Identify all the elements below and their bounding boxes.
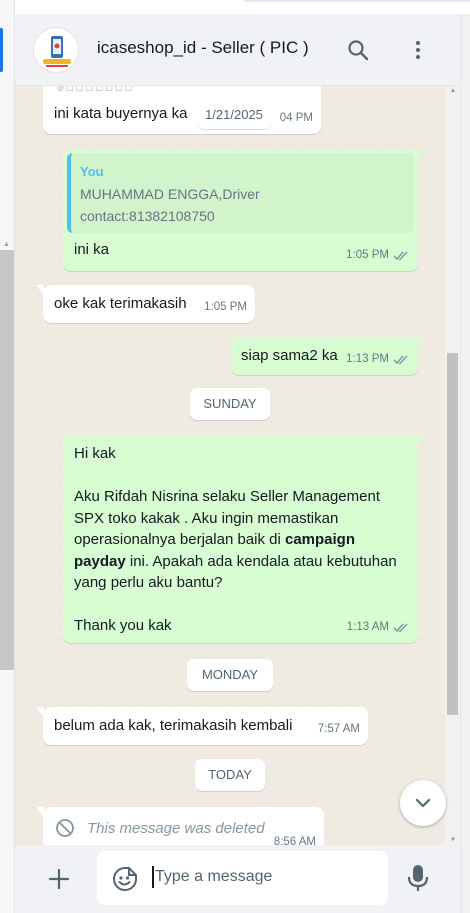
date-separator: MONDAY — [187, 659, 273, 691]
message-body: Aku Rifdah Nisrina selaku Seller Managem… — [74, 488, 397, 591]
browser-left-panel: ▲ — [0, 0, 15, 913]
read-tick-icon — [393, 355, 408, 365]
message-deleted[interactable]: This message was deleted 8:56 AM — [36, 807, 324, 846]
search-icon[interactable] — [344, 36, 372, 64]
deleted-icon — [56, 819, 74, 837]
quote-line: MUHAMMAD ENGGA,Driver — [80, 186, 260, 202]
message-input-box[interactable] — [97, 851, 388, 905]
message-greeting: Hi kak — [74, 445, 116, 462]
message-text: ini ka — [74, 241, 110, 258]
scrollbar-thumb[interactable] — [447, 353, 458, 715]
date-separator: TODAY — [195, 759, 265, 791]
message-list[interactable]: ◎ ▢ ▢ ▢ ▢ ▢ ▢ ▢ ini kata buyernya ka 04 … — [15, 86, 445, 845]
message-time: 04 PM — [279, 111, 313, 124]
date-separator: SUNDAY — [190, 388, 270, 420]
address-bar-edge — [243, 0, 470, 2]
text-caret — [152, 866, 154, 888]
chat-header[interactable]: icaseshop_id - Seller ( PIC ) — [15, 14, 460, 86]
active-indicator — [0, 28, 3, 72]
menu-dots-icon[interactable] — [404, 36, 432, 64]
bubble-tail — [417, 149, 425, 159]
bubble-tail — [36, 285, 44, 295]
scroll-up-arrow-icon[interactable]: ▲ — [450, 88, 456, 94]
bubble-tail — [417, 435, 425, 445]
message-text: ini kata buyernya ka — [54, 105, 188, 122]
message-composer — [15, 845, 460, 913]
bubble-tail — [36, 807, 44, 817]
message-text: belum ada kak, terimakasih kembali — [54, 717, 293, 734]
emoji-icon[interactable] — [112, 866, 138, 892]
message-incoming[interactable]: belum ada kak, terimakasih kembali 7:57 … — [36, 707, 368, 745]
message-time: 1:05 PM — [204, 300, 247, 313]
bubble-tail — [417, 337, 425, 347]
cut-off-attachment-icons: ◎ ▢ ▢ ▢ ▢ ▢ ▢ ▢ — [57, 86, 133, 92]
message-time: 1:13 AM — [347, 617, 410, 639]
message-incoming[interactable]: oke kak terimakasih 1:05 PM — [36, 285, 255, 323]
message-text: oke kak terimakasih — [54, 295, 187, 312]
floating-date-chip: 1/21/2025 — [197, 101, 271, 129]
quoted-message[interactable]: You MUHAMMAD ENGGA,Driver contact:813821… — [67, 153, 414, 233]
message-incoming[interactable]: ◎ ▢ ▢ ▢ ▢ ▢ ▢ ▢ ini kata buyernya ka 04 … — [43, 86, 321, 134]
scroll-to-bottom-button[interactable] — [400, 780, 446, 826]
message-text: siap sama2 ka — [241, 347, 338, 364]
message-outgoing[interactable]: Hi kak Aku Rifdah Nisrina selaku Seller … — [63, 435, 425, 643]
left-scrollbar-thumb[interactable] — [0, 250, 14, 670]
plus-icon[interactable] — [45, 865, 73, 893]
read-tick-icon — [393, 623, 408, 633]
message-time: 8:56 AM — [273, 835, 316, 846]
message-outgoing[interactable]: siap sama2 ka 1:13 PM — [231, 337, 425, 375]
message-time: 1:05 PM — [346, 245, 410, 267]
chat-title[interactable]: icaseshop_id - Seller ( PIC ) — [97, 38, 309, 58]
chat-scrollbar[interactable]: ▲ ▼ — [445, 86, 460, 845]
quote-author: You — [80, 164, 104, 179]
message-time: 1:13 PM — [346, 349, 410, 371]
quote-line: contact:81382108750 — [80, 208, 215, 224]
avatar[interactable] — [33, 27, 79, 73]
scroll-up-arrow-icon[interactable]: ▲ — [3, 241, 10, 248]
shop-logo-icon — [43, 36, 71, 67]
bubble-tail — [36, 707, 44, 717]
message-input[interactable] — [155, 863, 375, 891]
chevron-down-icon — [415, 798, 431, 808]
message-time: 7:57 AM — [317, 722, 360, 735]
message-text: Hi kak Aku Rifdah Nisrina selaku Seller … — [74, 443, 410, 637]
read-tick-icon — [393, 251, 408, 261]
browser-right-edge — [460, 14, 470, 913]
scroll-down-arrow-icon[interactable]: ▼ — [450, 837, 456, 843]
message-text: This message was deleted — [87, 820, 265, 837]
message-outgoing-reply[interactable]: You MUHAMMAD ENGGA,Driver contact:813821… — [63, 149, 425, 271]
browser-top-edge — [15, 0, 470, 14]
mic-icon[interactable] — [405, 863, 431, 893]
